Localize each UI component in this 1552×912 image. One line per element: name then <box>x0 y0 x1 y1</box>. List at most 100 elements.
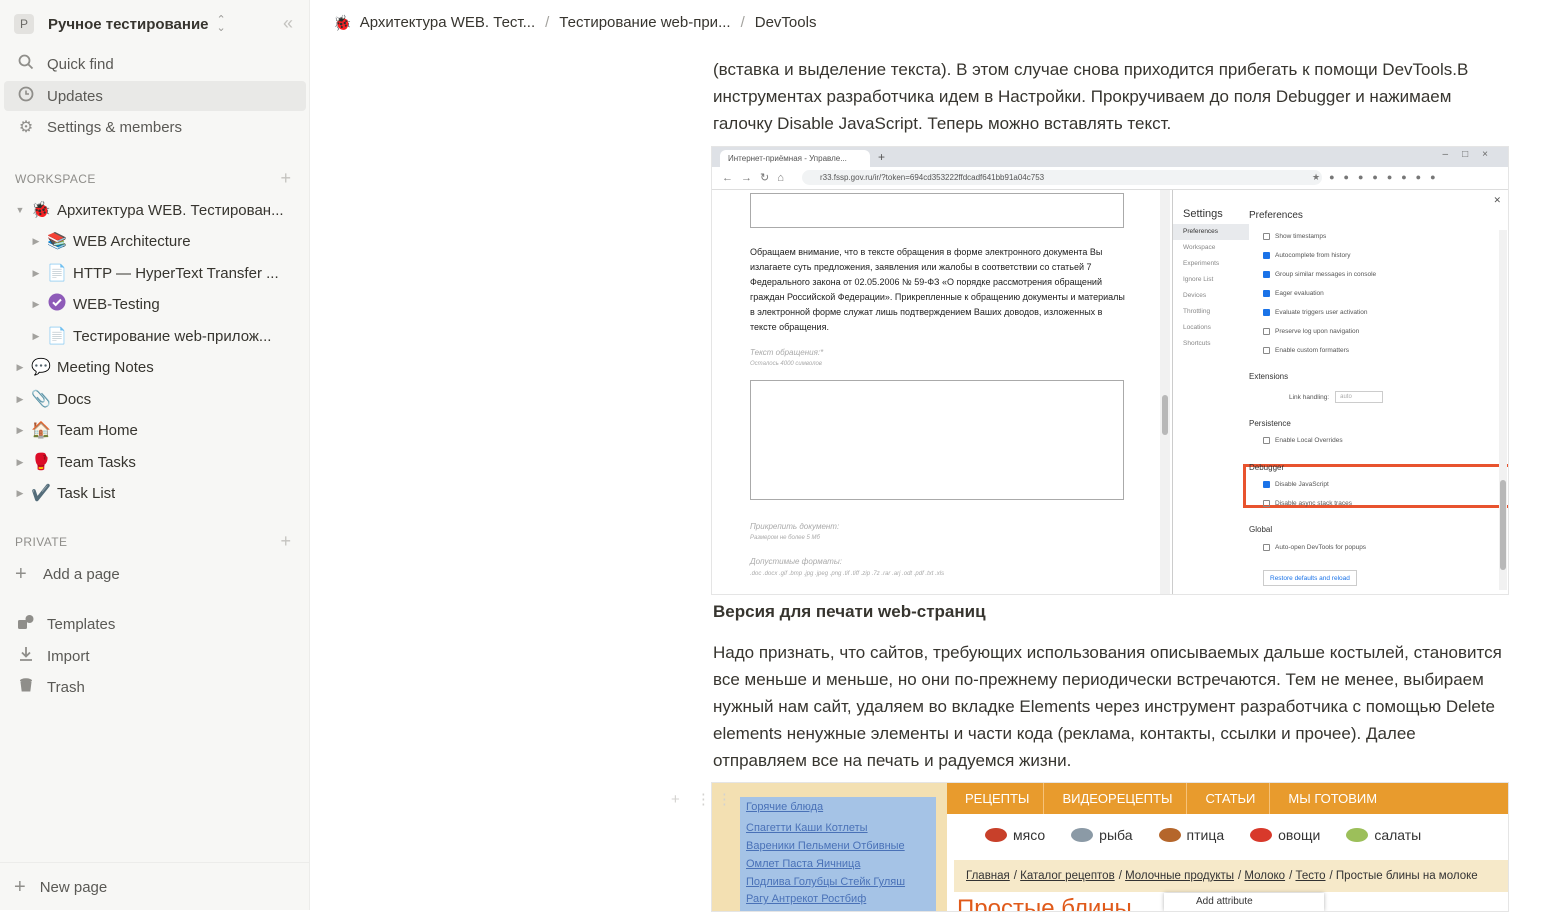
link-handling-row: Link handling: auto <box>1289 391 1384 403</box>
restore-defaults-button: Restore defaults and reload <box>1263 570 1357 586</box>
quick-find-label: Quick find <box>47 55 114 73</box>
updates-label: Updates <box>47 87 103 105</box>
trash-icon <box>15 677 37 698</box>
sidebar-item-team-tasks[interactable]: ▶ 🥊 Team Tasks <box>15 447 300 477</box>
checkbox-row: Group similar messages in console <box>1263 271 1376 278</box>
import-icon <box>15 646 37 667</box>
checkbox-row: Disable async stack traces <box>1263 500 1352 507</box>
sidebar-item-web-architecture[interactable]: ▶ 📚 WEB Architecture <box>31 226 300 256</box>
checkbox-row: Evaluate triggers user activation <box>1263 309 1368 316</box>
sidebar-item-task-list[interactable]: ▶ ✔️ Task List <box>15 478 300 508</box>
recipe-menu-item: СТАТЬИ <box>1205 791 1256 806</box>
templates-icon <box>15 614 37 635</box>
expand-toggle-icon[interactable]: ▼ <box>15 205 25 215</box>
sidebar-item-architecture-web[interactable]: ▼ 🐞 Архитектура WEB. Тестирован... <box>15 195 300 225</box>
add-a-page-button[interactable]: + Add a page <box>15 559 300 589</box>
sidebar-item-label: WEB Architecture <box>73 232 191 250</box>
section-heading[interactable]: Версия для печати web-страниц <box>713 602 986 622</box>
breadcrumb-item[interactable]: 🐞 Архитектура WEB. Тест... <box>333 14 535 32</box>
disable-javascript-checkbox: Disable JavaScript <box>1263 481 1329 488</box>
templates-label: Templates <box>47 615 116 633</box>
search-icon <box>15 54 37 75</box>
sidebar-item-web-app-testing[interactable]: ▶ 📄 Тестирование web-прилож... <box>31 321 300 351</box>
food-category: салаты <box>1346 827 1421 843</box>
quick-find-button[interactable]: Quick find <box>4 49 306 79</box>
recipe-menu: РЕЦЕПТЫ ВИДЕОРЕЦЕПТЫ СТАТЬИ МЫ ГОТОВИМ <box>947 783 1508 814</box>
settings-menu-item: Ignore List <box>1183 276 1214 283</box>
private-section-header[interactable]: PRIVATE <box>15 535 67 549</box>
sidebar-item-meeting-notes[interactable]: ▶ 💬 Meeting Notes <box>15 352 300 382</box>
sidebar-item-docs[interactable]: ▶ 📎 Docs <box>15 384 300 414</box>
checkbox-row: Show timestamps <box>1263 233 1326 240</box>
global-header: Global <box>1249 525 1273 534</box>
books-icon: 📚 <box>47 233 67 250</box>
devtools-settings-screenshot[interactable]: Интернет-приёмная - Управле... + –□× ←→↻… <box>711 146 1509 595</box>
updates-button[interactable]: Updates <box>4 81 306 111</box>
expand-toggle-icon[interactable]: ▶ <box>15 362 25 373</box>
new-page-button[interactable]: + New page <box>0 862 310 911</box>
recipe-site-screenshot[interactable]: Горячие блюда Спагетти Каши Котлеты Варе… <box>711 782 1509 912</box>
extensions-header: Extensions <box>1249 372 1289 381</box>
check-circle-icon <box>47 293 67 316</box>
notice-text: Обращаем внимание, что в тексте обращени… <box>750 247 1125 332</box>
sidebar-item-label: Docs <box>57 390 92 408</box>
sidebar-item-label: Team Tasks <box>57 453 136 471</box>
recipe-categories: мясо рыба птица овощи салаты <box>947 814 1508 856</box>
sidebar-item-http[interactable]: ▶ 📄 HTTP — HyperText Transfer ... <box>31 258 300 288</box>
sidebar-item-label: WEB-Testing <box>73 295 160 313</box>
browser-url: r33.fssp.gov.ru/ir/?token=694cd353222ffd… <box>802 170 1322 185</box>
attach-hint: Размером не более 5 Мб <box>750 535 820 541</box>
settings-menu-item: Workspace <box>1183 244 1216 251</box>
settings-menu-item: Experiments <box>1183 260 1220 267</box>
checkmark-icon: ✔️ <box>31 485 51 502</box>
expand-toggle-icon[interactable]: ▶ <box>15 394 25 405</box>
templates-button[interactable]: Templates <box>4 609 306 639</box>
sidebar-item-team-home[interactable]: ▶ 🏠 Team Home <box>15 415 300 445</box>
breadcrumb-item[interactable]: Тестирование web-при... <box>559 14 730 31</box>
breadcrumb-separator: / <box>545 14 550 31</box>
checkbox-row: Auto-open DevTools for popups <box>1263 544 1366 551</box>
boxing-glove-icon: 🥊 <box>31 454 51 471</box>
recipe-menu-item: ВИДЕОРЕЦЕПТЫ <box>1062 791 1173 806</box>
expand-toggle-icon[interactable]: ▶ <box>31 268 41 279</box>
attach-label: Прикрепить документ: <box>750 522 840 531</box>
page-icon: 📄 <box>47 328 67 345</box>
extensions-icon: ★●●●●●●●● <box>1312 172 1445 182</box>
bug-icon: 🐞 <box>333 14 352 32</box>
recipe-category-link: Спагетти Каши Котлеты <box>746 822 868 834</box>
expand-toggle-icon[interactable]: ▶ <box>15 488 25 499</box>
breadcrumb-item[interactable]: DevTools <box>755 14 817 31</box>
settings-menu: Preferences Workspace Experiments Ignore… <box>1173 224 1249 352</box>
text-block[interactable]: Надо признать, что сайтов, требующих исп… <box>713 639 1513 774</box>
window-controls-icon: –□× <box>1442 149 1502 160</box>
trash-button[interactable]: Trash <box>4 672 306 702</box>
input-box <box>750 193 1124 228</box>
plus-icon: + <box>14 875 26 898</box>
speech-bubble-icon: 💬 <box>31 359 51 376</box>
chevron-updown-icon: ⌃ ⌄ <box>216 14 226 34</box>
text-block[interactable]: (вставка и выделение текста). В этом слу… <box>713 56 1513 137</box>
devtools-panel: ✕ Settings Preferences Workspace Experim… <box>1172 190 1508 594</box>
expand-toggle-icon[interactable]: ▶ <box>31 299 41 310</box>
collapse-sidebar-icon[interactable]: « <box>283 13 293 34</box>
import-button[interactable]: Import <box>4 641 306 671</box>
workspace-switcher[interactable]: P Ручное тестирование ⌃ ⌄ <box>14 12 226 36</box>
add-private-page-icon[interactable]: + <box>280 531 291 552</box>
meat-icon <box>985 828 1007 842</box>
settings-members-button[interactable]: ⚙ Settings & members <box>4 112 306 142</box>
browser-tab: Интернет-приёмная - Управле... <box>720 150 870 167</box>
sidebar-item-web-testing[interactable]: ▶ WEB-Testing <box>31 289 300 319</box>
expand-toggle-icon[interactable]: ▶ <box>15 457 25 468</box>
expand-toggle-icon[interactable]: ▶ <box>15 425 25 436</box>
plus-icon: + <box>15 562 27 585</box>
drag-handle-icon[interactable]: + ⋮⋮ <box>671 790 738 808</box>
add-workspace-page-icon[interactable]: + <box>280 168 291 189</box>
checkbox-row: Preserve log upon navigation <box>1263 328 1359 335</box>
expand-toggle-icon[interactable]: ▶ <box>31 331 41 342</box>
breadcrumb-separator: / <box>740 14 745 31</box>
trash-label: Trash <box>47 678 85 696</box>
sidebar-item-label: Meeting Notes <box>57 358 154 376</box>
persistence-header: Persistence <box>1249 419 1291 428</box>
expand-toggle-icon[interactable]: ▶ <box>31 236 41 247</box>
workspace-section-header[interactable]: WORKSPACE <box>15 172 96 186</box>
